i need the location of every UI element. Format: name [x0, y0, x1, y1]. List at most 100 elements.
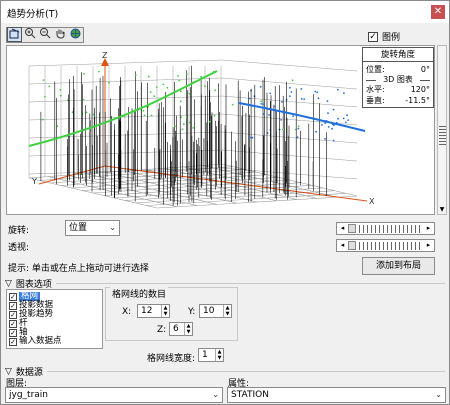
zoom-out-icon[interactable] — [38, 27, 53, 42]
vertical-row: 垂直: -11.5° — [366, 96, 430, 106]
chevron-down-icon: ⌄ — [109, 223, 116, 232]
add-to-layout-button[interactable]: 添加到布局 — [362, 257, 435, 275]
trend-3d-plot[interactable]: Z Y X 旋转角度 位置: 0° 3D 图表 水平: 120° 垂直: -11.5… — [6, 45, 435, 215]
projected-point — [280, 119, 282, 121]
perspective-slider[interactable]: ◂ ▸ — [336, 239, 435, 252]
grid-x-value: 12 — [141, 306, 153, 316]
plot-vertical-scrollbar[interactable]: ▼ — [437, 45, 447, 215]
projected-point — [300, 88, 303, 90]
projected-point — [300, 98, 303, 100]
projected-point — [324, 138, 326, 140]
projected-point — [315, 130, 317, 133]
grid-z-label: Z: — [157, 325, 167, 335]
projected-point — [42, 79, 45, 81]
projected-point — [181, 128, 184, 131]
projected-point — [59, 94, 62, 97]
projected-point — [262, 113, 265, 115]
section-divider — [46, 371, 445, 372]
chart-3d-label: 3D 图表 — [383, 75, 413, 84]
collapse-chevron-icon[interactable]: ▽ — [5, 279, 12, 289]
pan-hand-icon[interactable] — [53, 27, 68, 42]
checkbox-icon[interactable]: ✓ — [9, 328, 17, 337]
slider-ticks — [359, 225, 422, 233]
checkbox-icon[interactable]: ✓ — [9, 301, 17, 310]
divider-line-left — [366, 80, 376, 81]
projected-point — [150, 114, 153, 117]
projected-point — [281, 128, 284, 131]
stepper-arrows-icon[interactable]: ▲ ▼ — [215, 349, 223, 361]
projected-point — [188, 121, 191, 124]
projected-point — [200, 75, 203, 78]
attribute-select[interactable]: STATION ⌄ — [227, 387, 446, 403]
projected-point — [178, 79, 181, 82]
grid-y-label: Y: — [188, 307, 196, 317]
grid-width-stepper[interactable]: 1 ▲ ▼ — [198, 348, 224, 362]
checkbox-icon[interactable]: ✓ — [9, 319, 17, 328]
close-button[interactable]: ✕ — [431, 5, 445, 19]
select-rotate-tool-icon[interactable] — [7, 27, 22, 42]
projected-point — [142, 109, 145, 112]
projected-point — [343, 92, 345, 94]
projected-point — [345, 121, 347, 124]
projected-point — [295, 128, 297, 131]
projected-point — [143, 114, 146, 116]
scroll-down-arrow-icon[interactable]: ▼ — [438, 206, 446, 214]
slider-right-arrow-icon[interactable]: ▸ — [424, 224, 433, 233]
rotate-mode-select[interactable]: 位置 ⌄ — [65, 220, 120, 236]
stepper-arrows-icon[interactable]: ▲ ▼ — [161, 305, 169, 317]
projected-point — [290, 91, 293, 93]
slider-left-arrow-icon[interactable]: ◂ — [338, 224, 347, 233]
projected-point — [292, 115, 294, 118]
data-source-header[interactable]: ▽ 数据源 — [5, 365, 445, 378]
projected-point — [147, 75, 150, 78]
checkbox-icon[interactable]: ✓ — [9, 337, 17, 346]
stepper-arrows-icon[interactable]: ▲ ▼ — [223, 305, 231, 317]
projected-point — [59, 88, 62, 91]
zoom-in-icon[interactable] — [23, 27, 38, 42]
projected-point — [281, 101, 283, 103]
horizontal-row: 水平: 120° — [366, 85, 430, 95]
y-axis-label: Y — [31, 177, 37, 186]
chevron-down-icon: ⌄ — [435, 390, 442, 399]
grid-z-stepper[interactable]: 6 ▲ ▼ — [169, 322, 193, 336]
projected-point — [342, 117, 345, 120]
slider-left-arrow-icon[interactable]: ◂ — [338, 241, 347, 250]
stepper-arrows-icon[interactable]: ▲ ▼ — [184, 323, 192, 335]
projected-point — [321, 124, 323, 126]
vertical-label: 垂直: — [366, 96, 385, 105]
projected-point — [174, 125, 176, 128]
horizontal-label: 水平: — [366, 85, 385, 94]
list-item-label: 输入数据点 — [19, 336, 62, 346]
full-extent-globe-icon[interactable] — [68, 27, 83, 42]
projected-point — [231, 103, 234, 106]
checkbox-icon[interactable]: ✓ — [9, 292, 17, 301]
layer-select[interactable]: jyg_train ⌄ — [5, 387, 223, 403]
projected-point — [83, 72, 85, 75]
projected-point — [260, 103, 263, 105]
grid-line-count-group: 格网线的数目 X: 12 ▲ ▼ Y: 10 ▲ ▼ Z: 6 ▲ ▼ — [105, 287, 238, 341]
projected-point — [289, 86, 291, 89]
rotate-mode-value: 位置 — [69, 223, 88, 233]
list-item[interactable]: ✓ 输入数据点 — [9, 337, 62, 346]
projected-point — [251, 136, 254, 139]
projected-point — [162, 83, 165, 86]
projected-point — [260, 100, 262, 103]
position-label: 位置: — [366, 65, 385, 74]
grid-y-stepper[interactable]: 10 ▲ ▼ — [199, 304, 232, 318]
projected-point — [262, 103, 265, 105]
slider-right-arrow-icon[interactable]: ▸ — [424, 241, 433, 250]
legend-checkbox[interactable]: ✓ 图例 — [368, 30, 400, 43]
wall-grid-line — [28, 149, 223, 157]
projected-point — [269, 92, 272, 95]
collapse-chevron-icon[interactable]: ▽ — [5, 367, 12, 377]
grid-x-stepper[interactable]: 12 ▲ ▼ — [137, 304, 170, 318]
position-row: 位置: 0° — [366, 65, 430, 75]
rotate-slider[interactable]: ◂ ▸ — [336, 222, 435, 235]
slider-thumb[interactable] — [348, 241, 356, 250]
list-item[interactable]: ✓ 投影趋势 — [9, 310, 53, 319]
slider-thumb[interactable] — [348, 224, 356, 233]
projected-point — [186, 73, 188, 75]
chevron-down-icon: ⌄ — [212, 390, 219, 399]
checkbox-icon[interactable]: ✓ — [9, 310, 17, 319]
projected-point — [291, 79, 294, 82]
